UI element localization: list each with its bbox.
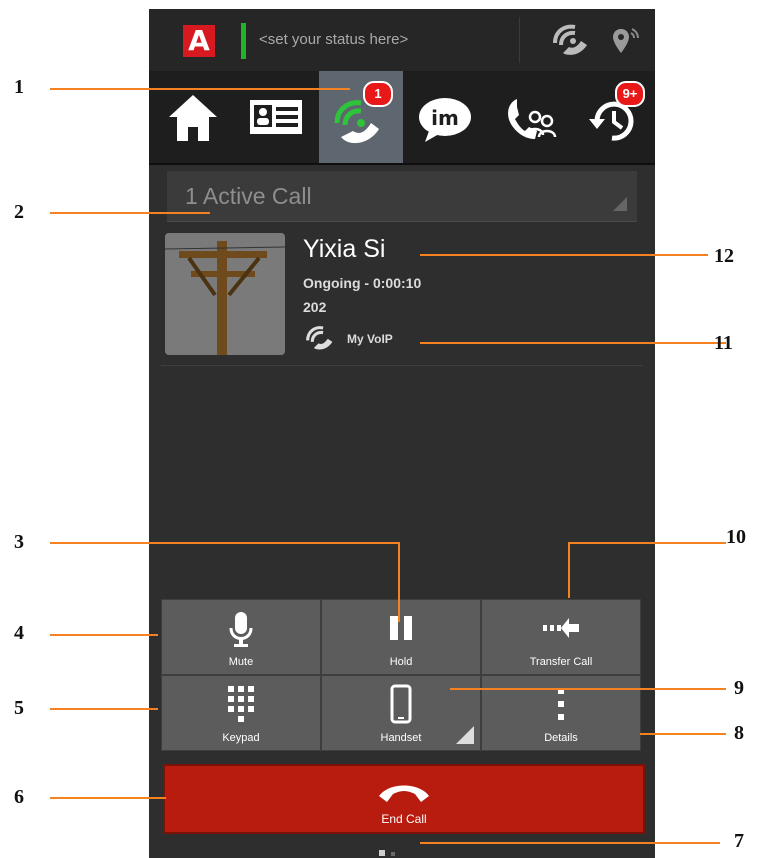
page-dot-active: [379, 850, 385, 856]
dropdown-arrow-icon: [613, 197, 627, 211]
hold-label: Hold: [389, 656, 413, 668]
more-vertical-icon: [558, 688, 564, 720]
callout-7: 7: [734, 830, 744, 852]
utility-pole-image: [165, 233, 285, 355]
tab-phone[interactable]: 1: [319, 71, 403, 163]
callout-11: 11: [714, 332, 733, 354]
mute-button[interactable]: Mute: [161, 599, 321, 675]
tab-im[interactable]: im: [403, 71, 487, 163]
phone-tab-badge: 1: [363, 81, 393, 107]
callout-line-4: [50, 634, 158, 636]
transfer-arrow-icon: [543, 618, 579, 638]
keypad-button[interactable]: Keypad: [161, 675, 321, 751]
callout-line-11: [420, 342, 726, 344]
callout-line-3: [50, 542, 398, 544]
end-call-label: End Call: [381, 812, 427, 826]
voip-account-icon: [303, 323, 337, 358]
pause-icon: [390, 616, 412, 640]
hang-up-icon: [379, 785, 429, 802]
location-icon: [611, 25, 643, 62]
call-number: 202: [303, 299, 327, 315]
account-label: My VoIP: [347, 332, 393, 346]
call-card[interactable]: Yixia Si Ongoing - 0:00:10 202 My VoIP: [161, 229, 643, 366]
active-calls-label: 1 Active Call: [185, 183, 312, 209]
page-dot: [391, 852, 395, 856]
callout-line-12: [420, 254, 708, 256]
callout-line-5: [50, 708, 158, 710]
caller-avatar: [165, 233, 285, 355]
callout-8: 8: [734, 722, 744, 744]
details-label: Details: [544, 732, 578, 744]
callout-5: 5: [14, 697, 24, 719]
callout-2: 2: [14, 201, 24, 223]
handset-options-indicator: [456, 726, 474, 744]
transfer-call-button[interactable]: Transfer Call: [481, 599, 641, 675]
status-input[interactable]: <set your status here>: [259, 31, 408, 48]
im-bubble-icon: im: [419, 98, 471, 142]
callout-line-2: [50, 212, 210, 214]
tab-history[interactable]: 9+: [571, 71, 655, 163]
callout-1: 1: [14, 76, 24, 98]
smartphone-icon: [390, 684, 412, 724]
page-indicator: [379, 843, 401, 858]
home-icon: [169, 95, 217, 141]
call-status: Ongoing - 0:00:10: [303, 275, 422, 291]
callout-line-10-drop: [568, 542, 570, 598]
callout-6: 6: [14, 786, 24, 808]
callout-line-7: [420, 842, 720, 844]
tab-conference[interactable]: [487, 71, 571, 163]
mute-label: Mute: [228, 656, 254, 668]
details-button[interactable]: Details: [481, 675, 641, 751]
callout-3: 3: [14, 531, 24, 553]
conference-call-icon: [508, 99, 557, 139]
svg-text:im: im: [431, 106, 459, 130]
microphone-icon: [229, 612, 253, 647]
keypad-icon: [228, 686, 254, 722]
status-bar: A <set your status here>: [149, 9, 655, 71]
callout-9: 9: [734, 677, 744, 699]
tab-home[interactable]: [151, 71, 235, 163]
history-tab-badge: 9+: [615, 81, 645, 107]
voip-signal-icon: [549, 21, 593, 64]
phone-screen: A <set your status here> 1 im 9+ 1 Activ…: [149, 9, 655, 858]
handset-button[interactable]: Handset: [321, 675, 481, 751]
callout-4: 4: [14, 622, 24, 644]
app-logo: A: [183, 25, 215, 57]
presence-indicator: [241, 23, 246, 59]
main-tab-bar: 1 im 9+: [149, 71, 655, 165]
callout-line-3-drop: [398, 542, 400, 622]
hold-button[interactable]: Hold: [321, 599, 481, 675]
callout-line-6: [50, 797, 166, 799]
statusbar-divider: [519, 17, 520, 63]
caller-name: Yixia Si: [303, 235, 386, 263]
keypad-label: Keypad: [222, 732, 260, 744]
end-call-button[interactable]: End Call: [163, 764, 645, 834]
transfer-call-label: Transfer Call: [529, 656, 593, 668]
tab-contacts[interactable]: [235, 71, 319, 163]
active-calls-dropdown[interactable]: 1 Active Call: [167, 171, 637, 222]
callout-line-1: [50, 88, 350, 90]
callout-line-10: [568, 542, 726, 544]
callout-line-9: [450, 688, 726, 690]
callout-line-8: [640, 733, 726, 735]
contact-card-icon: [250, 100, 302, 134]
callout-12: 12: [714, 245, 734, 267]
callout-10: 10: [726, 526, 746, 548]
